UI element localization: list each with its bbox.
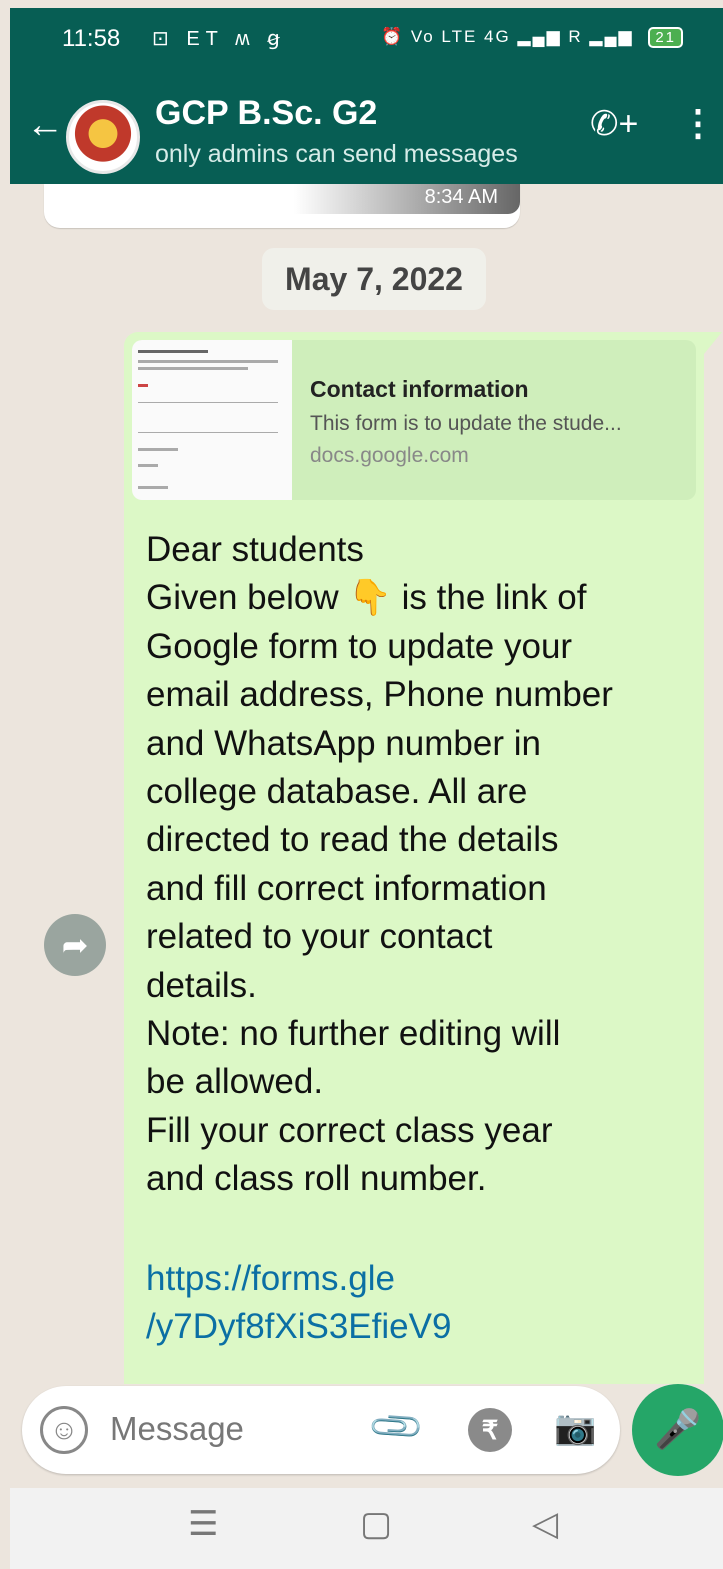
link-preview[interactable]: Contact information This form is to upda… [132, 340, 696, 500]
more-options-icon[interactable]: ⋮ [680, 102, 716, 144]
chat-area[interactable]: 8:34 AM May 7, 2022 ➦ Contact informatio… [10, 184, 723, 1384]
group-subtitle[interactable]: only admins can send messages [155, 140, 518, 169]
camera-icon[interactable]: 📷 [554, 1408, 596, 1448]
form-link-part-1[interactable]: https://forms.gle [146, 1255, 451, 1303]
signal-icons: ⏰ Vo LTE 4G ▂▄▆ R ▂▄▆ [380, 27, 634, 46]
message-time: 8:34 AM [424, 186, 498, 208]
message-composer[interactable]: ☺ Message 📎 ₹ 📷 [22, 1386, 620, 1474]
status-time: 11:58 [62, 25, 121, 52]
chat-header: ← GCP B.Sc. G2 only admins can send mess… [10, 66, 723, 184]
previous-message-bubble[interactable]: 8:34 AM [44, 184, 520, 228]
date-chip: May 7, 2022 [262, 248, 486, 310]
notification-icons: ⊡ ET ʍ ꞡ [152, 28, 286, 50]
message-bubble[interactable]: Contact information This form is to upda… [124, 332, 704, 1384]
mic-icon[interactable]: 🎤 [654, 1409, 701, 1451]
home-nav-icon[interactable]: ▢ [360, 1504, 392, 1544]
status-bar: 11:58 ⊡ ET ʍ ꞡ ⏰ Vo LTE 4G ▂▄▆ R ▂▄▆ 21 [10, 8, 723, 66]
attach-icon[interactable]: 📎 [366, 1396, 427, 1457]
link-preview-domain: docs.google.com [310, 444, 469, 467]
link-preview-title: Contact information [310, 376, 529, 402]
back-nav-icon[interactable]: ◁ [532, 1504, 558, 1544]
message-input[interactable]: Message [110, 1410, 244, 1448]
system-nav-bar: ☰ ▢ ◁ [10, 1488, 723, 1569]
group-name[interactable]: GCP B.Sc. G2 [155, 94, 377, 133]
battery-icon: 21 [648, 27, 683, 48]
forward-icon[interactable]: ➦ [44, 914, 106, 976]
link-preview-thumbnail [132, 340, 292, 500]
form-link[interactable]: https://forms.gle /y7Dyf8fXiS3EfieV9 [146, 1255, 451, 1351]
form-link-part-2[interactable]: /y7Dyf8fXiS3EfieV9 [146, 1303, 451, 1351]
add-call-icon[interactable]: ✆+ [590, 104, 638, 144]
emoji-icon[interactable]: ☺ [40, 1406, 88, 1454]
system-icons: ⏰ Vo LTE 4G ▂▄▆ R ▂▄▆ 21 [381, 27, 683, 48]
mic-button[interactable]: 🎤 [632, 1384, 723, 1476]
group-avatar[interactable] [66, 100, 140, 174]
payment-icon[interactable]: ₹ [468, 1408, 512, 1452]
back-arrow-icon[interactable]: ← [26, 104, 64, 147]
message-text: Dear students Given below 👇 is the link … [146, 530, 613, 1199]
link-preview-description: This form is to update the stude... [310, 412, 622, 435]
menu-nav-icon[interactable]: ☰ [188, 1504, 218, 1544]
